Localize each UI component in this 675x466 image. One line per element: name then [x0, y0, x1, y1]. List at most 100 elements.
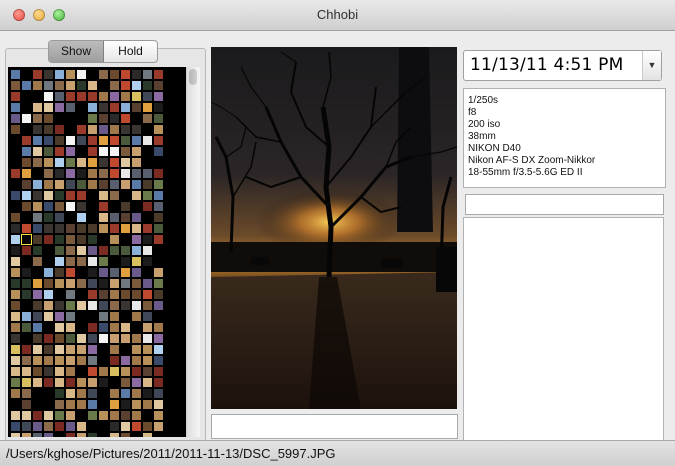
- thumbnail-tile[interactable]: [88, 356, 97, 365]
- hold-button[interactable]: Hold: [104, 41, 157, 62]
- thumbnail-tile[interactable]: [33, 367, 42, 376]
- thumbnail-tile[interactable]: [99, 136, 108, 145]
- thumbnail-tile[interactable]: [110, 70, 119, 79]
- thumbnail-tile[interactable]: [121, 345, 130, 354]
- thumbnail-tile[interactable]: [77, 312, 86, 321]
- thumbnail-tile[interactable]: [110, 433, 119, 437]
- thumbnail-tile[interactable]: [11, 268, 20, 277]
- thumbnail-tile[interactable]: [132, 290, 141, 299]
- thumbnail-tile[interactable]: [33, 136, 42, 145]
- thumbnail-tile[interactable]: [154, 180, 163, 189]
- thumbnail-tile[interactable]: [44, 301, 53, 310]
- thumbnail-tile[interactable]: [143, 125, 152, 134]
- thumbnail-tile[interactable]: [11, 81, 20, 90]
- thumbnail-tile[interactable]: [66, 169, 75, 178]
- thumbnail-tile[interactable]: [99, 312, 108, 321]
- thumbnail-tile[interactable]: [110, 268, 119, 277]
- thumbnail-tile[interactable]: [110, 312, 119, 321]
- thumbnail-tile[interactable]: [110, 367, 119, 376]
- thumbnail-tile[interactable]: [44, 334, 53, 343]
- thumbnail-tile[interactable]: [132, 213, 141, 222]
- thumbnail-tile[interactable]: [11, 411, 20, 420]
- thumbnail-tile[interactable]: [66, 246, 75, 255]
- thumbnail-tile[interactable]: [11, 334, 20, 343]
- thumbnail-tile[interactable]: [44, 213, 53, 222]
- thumbnail-tile[interactable]: [154, 290, 163, 299]
- thumbnail-tile[interactable]: [66, 334, 75, 343]
- thumbnail-tile[interactable]: [22, 389, 31, 398]
- thumbnail-tile[interactable]: [77, 125, 86, 134]
- thumbnail-tile[interactable]: [11, 312, 20, 321]
- thumbnail-tile[interactable]: [77, 334, 86, 343]
- thumbnail-tile[interactable]: [55, 400, 64, 409]
- thumbnail-grid[interactable]: [8, 67, 198, 437]
- thumbnail-tile[interactable]: [66, 235, 75, 244]
- thumbnail-tile[interactable]: [143, 191, 152, 200]
- thumbnail-tile[interactable]: [55, 158, 64, 167]
- thumbnail-tile[interactable]: [88, 389, 97, 398]
- thumbnail-tile[interactable]: [66, 70, 75, 79]
- thumbnail-tile[interactable]: [66, 312, 75, 321]
- thumbnail-tile[interactable]: [110, 224, 119, 233]
- thumbnail-tile[interactable]: [33, 290, 42, 299]
- thumbnail-tile[interactable]: [77, 114, 86, 123]
- thumbnail-tile[interactable]: [44, 224, 53, 233]
- thumbnail-tile[interactable]: [110, 246, 119, 255]
- thumbnail-tile[interactable]: [88, 202, 97, 211]
- thumbnail-tile[interactable]: [121, 103, 130, 112]
- thumbnail-tile[interactable]: [132, 191, 141, 200]
- thumbnail-tile[interactable]: [143, 257, 152, 266]
- thumbnail-tile[interactable]: [77, 389, 86, 398]
- thumbnail-tile[interactable]: [11, 323, 20, 332]
- thumbnail-tile[interactable]: [33, 158, 42, 167]
- thumbnail-tile[interactable]: [66, 147, 75, 156]
- thumbnail-tile[interactable]: [121, 301, 130, 310]
- thumbnail-tile[interactable]: [99, 191, 108, 200]
- thumbnail-tile[interactable]: [11, 389, 20, 398]
- thumbnail-tile[interactable]: [121, 92, 130, 101]
- thumbnail-tile[interactable]: [110, 158, 119, 167]
- thumbnail-tile[interactable]: [77, 323, 86, 332]
- thumbnail-tile[interactable]: [66, 378, 75, 387]
- thumbnail-tile[interactable]: [55, 191, 64, 200]
- thumbnail-tile[interactable]: [88, 411, 97, 420]
- thumbnail-tile[interactable]: [77, 422, 86, 431]
- thumbnail-tile[interactable]: [44, 246, 53, 255]
- thumbnail-tile[interactable]: [121, 422, 130, 431]
- thumbnail-tile[interactable]: [11, 356, 20, 365]
- thumbnail-tile[interactable]: [110, 400, 119, 409]
- thumbnail-tile[interactable]: [132, 433, 141, 437]
- thumbnail-tile[interactable]: [77, 301, 86, 310]
- thumbnail-tile[interactable]: [33, 180, 42, 189]
- thumbnail-tile[interactable]: [143, 180, 152, 189]
- thumbnail-tile[interactable]: [99, 180, 108, 189]
- thumbnail-tile[interactable]: [22, 224, 31, 233]
- thumbnail-tile[interactable]: [110, 169, 119, 178]
- thumbnail-tile[interactable]: [22, 290, 31, 299]
- thumbnail-tile[interactable]: [143, 323, 152, 332]
- thumbnail-tile[interactable]: [121, 378, 130, 387]
- thumbnail-tile[interactable]: [88, 147, 97, 156]
- thumbnail-tile[interactable]: [44, 103, 53, 112]
- thumbnail-tile[interactable]: [88, 180, 97, 189]
- thumbnail-tile[interactable]: [99, 70, 108, 79]
- thumbnail-tile[interactable]: [44, 378, 53, 387]
- thumbnail-tile[interactable]: [132, 301, 141, 310]
- thumbnail-tile[interactable]: [33, 268, 42, 277]
- thumbnail-tile[interactable]: [55, 411, 64, 420]
- thumbnail-tile[interactable]: [143, 103, 152, 112]
- thumbnail-tile[interactable]: [88, 290, 97, 299]
- thumbnail-tile[interactable]: [132, 136, 141, 145]
- thumbnail-tile[interactable]: [110, 422, 119, 431]
- thumbnail-tile[interactable]: [143, 378, 152, 387]
- thumbnail-tile[interactable]: [121, 268, 130, 277]
- thumbnail-tile[interactable]: [110, 279, 119, 288]
- thumbnail-tile[interactable]: [22, 180, 31, 189]
- thumbnail-scrollbar[interactable]: [186, 67, 200, 437]
- thumbnail-tile[interactable]: [110, 301, 119, 310]
- thumbnail-tile[interactable]: [132, 411, 141, 420]
- thumbnail-tile[interactable]: [11, 257, 20, 266]
- thumbnail-tile[interactable]: [77, 213, 86, 222]
- thumbnail-tile[interactable]: [154, 433, 163, 437]
- thumbnail-tile[interactable]: [77, 136, 86, 145]
